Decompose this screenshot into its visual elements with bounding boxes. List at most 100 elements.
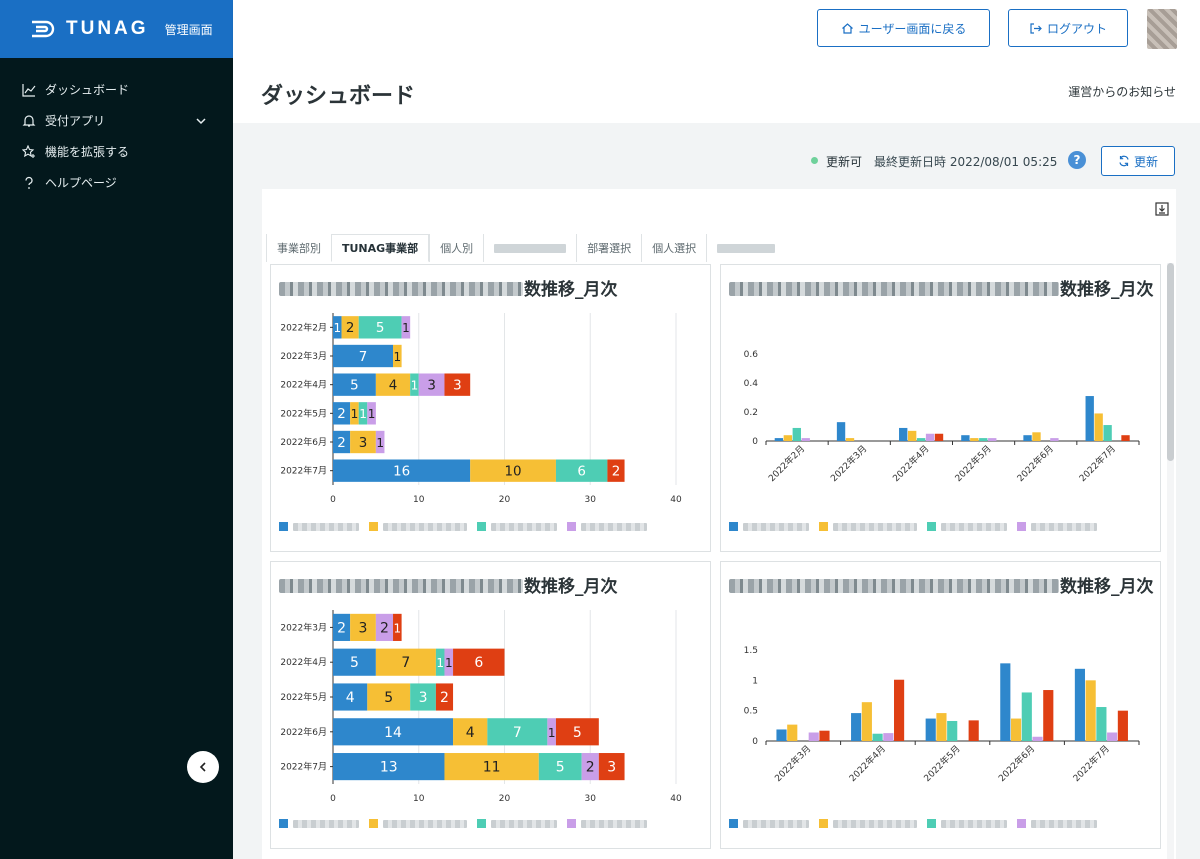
- sidebar-item-dashboard[interactable]: ダッシュボード: [0, 74, 233, 105]
- tab-department-select[interactable]: 部署選択: [576, 234, 641, 262]
- legend-item: [369, 819, 467, 828]
- bar: [894, 679, 905, 741]
- y-tick-label: 0.2: [744, 408, 758, 418]
- tab-division[interactable]: 事業部別: [266, 234, 331, 262]
- data-label: 1: [445, 656, 453, 670]
- user-screen-button[interactable]: ユーザー画面に戻る: [817, 9, 990, 47]
- tab-redacted-1[interactable]: [483, 234, 576, 262]
- refresh-icon: [1119, 155, 1129, 167]
- chevron-left-icon: [199, 762, 206, 772]
- tab-individual[interactable]: 個人別: [429, 234, 483, 262]
- brand-subtitle: 管理画面: [164, 22, 213, 37]
- tab-tunag-division[interactable]: TUNAG事業部: [331, 234, 430, 262]
- y-tick-label: 0: [752, 737, 758, 747]
- y-tick-label: 0: [752, 437, 758, 447]
- data-label: 1: [393, 350, 401, 364]
- bar: [819, 730, 830, 741]
- x-tick-label: 2022年4月: [890, 443, 931, 484]
- bar: [1032, 736, 1043, 741]
- data-label: 2: [337, 407, 346, 422]
- data-label: 5: [376, 321, 385, 336]
- data-label: 1: [351, 407, 359, 421]
- panel-scrollbar-thumb[interactable]: [1167, 263, 1174, 461]
- y-tick-label: 2022年5月: [280, 407, 327, 419]
- redacted-label: [494, 243, 567, 253]
- bar: [916, 438, 926, 441]
- y-tick-label: 0.5: [744, 707, 758, 717]
- bar: [787, 724, 798, 741]
- bar: [925, 718, 936, 741]
- sidebar-collapse-button[interactable]: [187, 751, 219, 783]
- legend-item: [1017, 819, 1097, 828]
- x-tick-label: 2022年7月: [1077, 443, 1118, 484]
- logout-button[interactable]: ログアウト: [1008, 9, 1128, 47]
- stacked-bar-chart-2: 0 10 20 30 402022年3月 2 3 2 12022年4月 5 7 1 1 62022年5月 4…: [280, 610, 682, 804]
- bar: [979, 438, 988, 441]
- x-tick-label: 2022年6月: [1014, 443, 1055, 484]
- bar: [968, 720, 979, 741]
- x-tick-label: 2022年4月: [847, 743, 888, 784]
- bar: [1050, 438, 1059, 441]
- brand[interactable]: TUNAG 管理画面: [0, 0, 233, 58]
- bar: [776, 729, 787, 741]
- data-label: 1: [376, 436, 384, 450]
- bar: [1094, 413, 1103, 441]
- title-bar: ダッシュボード 運営からのお知らせ: [233, 58, 1200, 123]
- notice-link[interactable]: 運営からのお知らせ: [1068, 83, 1176, 100]
- grouped-bar-chart-1: 0 0.2 0.4 0.6 2022年2月 2022年3月 2022年4月 2022年5月 20…: [744, 350, 1140, 484]
- download-icon[interactable]: [1155, 202, 1169, 216]
- bar: [774, 438, 784, 441]
- data-label: 7: [513, 725, 522, 741]
- bar: [783, 435, 793, 441]
- bar: [883, 733, 894, 741]
- y-tick-label: 2022年6月: [280, 436, 327, 448]
- x-tick-label: 2022年3月: [772, 743, 813, 784]
- sidebar-item-label: ダッシュボード: [45, 83, 130, 97]
- chart-card-3: 数推移_月次 0 10 20 30 40 2022年3月 2 3 2 1 2022年4月 5 7 1 1 6 2…: [270, 561, 711, 849]
- last-updated-text: 最終更新日時 2022/08/01 05:25: [874, 155, 1058, 169]
- bar: [1121, 435, 1130, 441]
- y-tick-label: 2022年5月: [280, 691, 327, 703]
- chart-line-icon: [22, 83, 36, 97]
- question-icon: [25, 176, 33, 189]
- y-tick-label: 2022年4月: [280, 379, 327, 391]
- sidebar-item-reception-app[interactable]: 受付アプリ: [0, 105, 233, 136]
- tunag-logo-icon: [32, 20, 55, 38]
- x-tick-label: 2022年5月: [952, 443, 993, 484]
- bar: [936, 713, 947, 741]
- legend-item: [819, 819, 917, 828]
- data-label: 4: [466, 725, 475, 741]
- legend-item: [729, 819, 809, 828]
- report-panel: 事業部別 TUNAG事業部 個人別 部署選択 個人選択 数推移_月次 0 10 20…: [262, 189, 1176, 859]
- sidebar-item-extend[interactable]: 機能を拡張する: [0, 136, 233, 167]
- data-label: 1: [411, 378, 419, 392]
- legend-item: [279, 819, 359, 828]
- y-tick-label: 1: [752, 676, 758, 686]
- bar: [872, 733, 883, 741]
- refresh-button[interactable]: 更新: [1101, 146, 1175, 176]
- y-tick-label: 2022年7月: [280, 465, 327, 477]
- legend-item: [567, 819, 647, 828]
- page-title: ダッシュボード: [261, 84, 416, 109]
- redacted-label: [717, 243, 776, 253]
- tab-person-select[interactable]: 個人選択: [641, 234, 706, 262]
- y-tick-label: 0.4: [744, 379, 759, 389]
- x-tick-label: 20: [499, 495, 511, 505]
- data-label: 3: [427, 378, 436, 393]
- bar: [961, 435, 970, 441]
- bar: [836, 422, 846, 441]
- logout-icon: [1030, 22, 1042, 34]
- y-tick-label: 2022年3月: [280, 350, 327, 362]
- home-icon: [841, 22, 853, 34]
- avatar[interactable]: [1147, 9, 1177, 49]
- user-screen-label: ユーザー画面に戻る: [858, 21, 967, 36]
- sidebar-item-help[interactable]: ヘルプページ: [0, 167, 233, 198]
- status-dot: [811, 157, 818, 164]
- data-label: 3: [419, 690, 428, 706]
- tab-redacted-2[interactable]: [706, 234, 785, 262]
- chart-card-4: 数推移_月次 0 0.5 1 1.5 2022年3月 2022年4月 2022年5月 2022…: [720, 561, 1161, 849]
- help-icon[interactable]: ?: [1068, 151, 1086, 169]
- chevron-down-icon[interactable]: [195, 115, 207, 127]
- x-tick-label: 30: [585, 794, 597, 804]
- x-tick-label: 10: [413, 495, 425, 505]
